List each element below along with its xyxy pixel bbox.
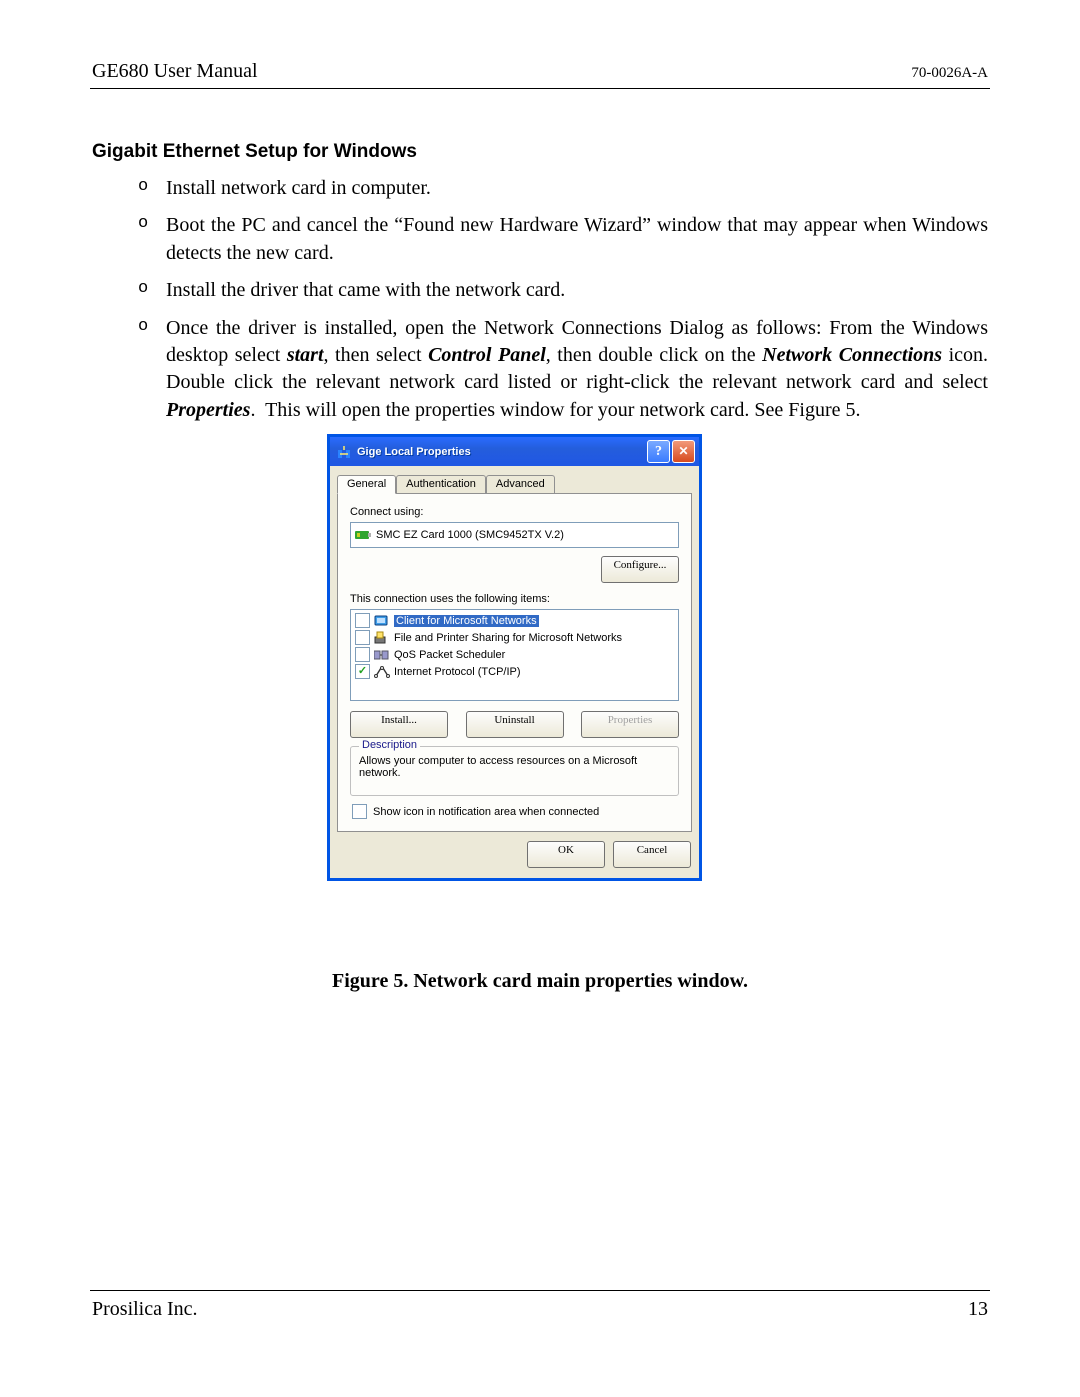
description-fieldset: Description Allows your computer to acce… bbox=[350, 746, 679, 796]
properties-button[interactable]: Properties bbox=[581, 711, 679, 738]
adapter-name: SMC EZ Card 1000 (SMC9452TX V.2) bbox=[376, 529, 564, 541]
install-button[interactable]: Install... bbox=[350, 711, 448, 738]
header-right: 70-0026A-A bbox=[911, 65, 988, 82]
checkbox[interactable] bbox=[355, 613, 370, 628]
checkbox[interactable] bbox=[355, 664, 370, 679]
tab-general[interactable]: General bbox=[337, 475, 396, 494]
tcpip-icon bbox=[374, 665, 390, 679]
titlebar[interactable]: Gige Local Properties ? ✕ bbox=[327, 434, 702, 466]
window-icon bbox=[336, 444, 352, 460]
tab-page-general: Connect using: SMC EZ Card 1000 (SMC9452… bbox=[337, 493, 692, 832]
list-item-label: Internet Protocol (TCP/IP) bbox=[394, 666, 521, 678]
file-print-icon bbox=[374, 631, 390, 645]
header-rule bbox=[90, 88, 990, 89]
list-item[interactable]: File and Printer Sharing for Microsoft N… bbox=[353, 629, 676, 646]
connection-items-list[interactable]: Client for Microsoft Networks File and P… bbox=[350, 609, 679, 701]
figure-caption: Figure 5. Network card main properties w… bbox=[0, 970, 1080, 993]
close-button[interactable]: ✕ bbox=[672, 440, 695, 463]
checkbox[interactable] bbox=[355, 647, 370, 662]
tab-advanced[interactable]: Advanced bbox=[486, 475, 555, 494]
description-legend: Description bbox=[359, 739, 420, 751]
help-button[interactable]: ? bbox=[647, 440, 670, 463]
configure-button[interactable]: Configure... bbox=[601, 556, 679, 583]
description-text: Allows your computer to access resources… bbox=[359, 755, 670, 787]
checkbox[interactable] bbox=[355, 630, 370, 645]
footer-left: Prosilica Inc. bbox=[92, 1298, 198, 1321]
list-item[interactable]: QoS Packet Scheduler bbox=[353, 646, 676, 663]
cancel-button[interactable]: Cancel bbox=[613, 841, 691, 868]
properties-dialog: Gige Local Properties ? ✕ General Authen… bbox=[327, 434, 702, 881]
bullet: Once the driver is installed, open the N… bbox=[138, 315, 988, 425]
footer-rule bbox=[90, 1290, 990, 1291]
show-icon-checkbox[interactable] bbox=[352, 804, 367, 819]
adapter-field[interactable]: SMC EZ Card 1000 (SMC9452TX V.2) bbox=[350, 522, 679, 548]
bullet: Install the driver that came with the ne… bbox=[138, 277, 988, 304]
ok-button[interactable]: OK bbox=[527, 841, 605, 868]
list-item-label: Client for Microsoft Networks bbox=[394, 615, 539, 627]
list-item-label: QoS Packet Scheduler bbox=[394, 649, 505, 661]
header-left: GE680 User Manual bbox=[92, 60, 258, 83]
footer-right: 13 bbox=[968, 1298, 988, 1321]
titlebar-title: Gige Local Properties bbox=[357, 446, 471, 458]
properties-dialog-figure: Gige Local Properties ? ✕ General Authen… bbox=[327, 434, 702, 881]
tab-authentication[interactable]: Authentication bbox=[396, 475, 486, 494]
list-item-label: File and Printer Sharing for Microsoft N… bbox=[394, 632, 622, 644]
nic-icon bbox=[355, 529, 371, 541]
tab-strip: General Authentication Advanced bbox=[337, 474, 699, 493]
show-icon-label: Show icon in notification area when conn… bbox=[373, 806, 599, 818]
bullet: Boot the PC and cancel the “Found new Ha… bbox=[138, 212, 988, 267]
bullet: Install network card in computer. bbox=[138, 175, 988, 202]
list-item[interactable]: Client for Microsoft Networks bbox=[353, 612, 676, 629]
uninstall-button[interactable]: Uninstall bbox=[466, 711, 564, 738]
body-text: Install network card in computer. Boot t… bbox=[138, 175, 988, 434]
connect-using-label: Connect using: bbox=[350, 506, 679, 518]
items-label: This connection uses the following items… bbox=[350, 593, 679, 605]
qos-icon bbox=[374, 648, 390, 662]
section-title: Gigabit Ethernet Setup for Windows bbox=[92, 141, 417, 163]
client-icon bbox=[374, 614, 390, 628]
list-item[interactable]: Internet Protocol (TCP/IP) bbox=[353, 663, 676, 680]
